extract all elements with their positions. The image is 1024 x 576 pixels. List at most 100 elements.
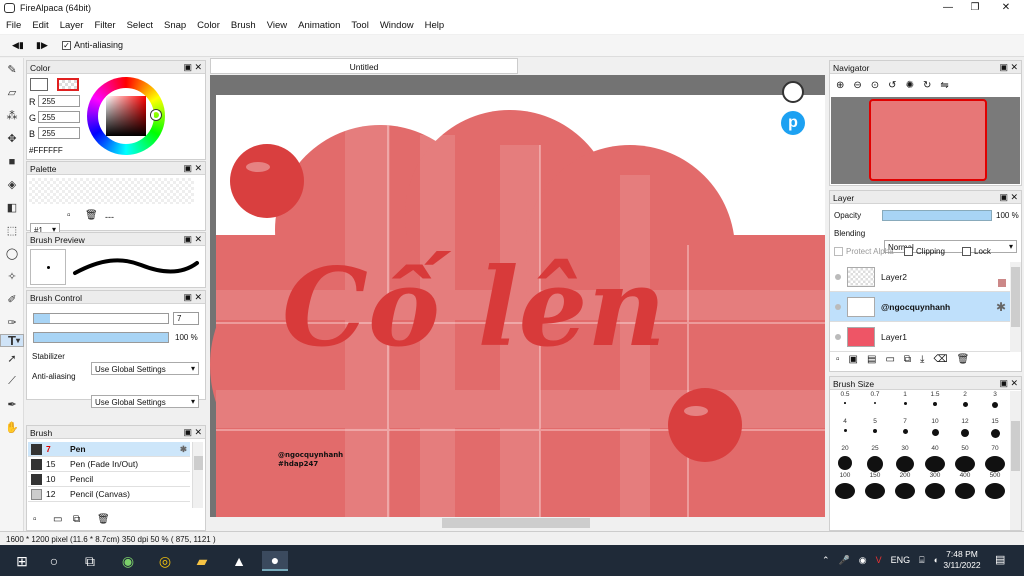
delete-brush-icon[interactable]: 🗑 [97, 514, 110, 525]
brush-item[interactable]: 15 Pen (Fade In/Out) [28, 457, 190, 472]
lock-option[interactable]: Lock [962, 247, 991, 257]
antivirus-icon[interactable]: V [876, 555, 882, 566]
search-icon[interactable]: ○ [44, 551, 64, 571]
brush-size-option[interactable]: 2 [950, 391, 980, 418]
brush-size-option[interactable]: 3 [980, 391, 1010, 418]
lang-indicator[interactable]: ENG [891, 555, 911, 566]
windows-start-icon[interactable]: ⊞ [12, 551, 32, 571]
dot-tool-icon[interactable]: ⁂ [0, 104, 24, 127]
rotate-reset-icon[interactable]: ✺ [906, 80, 914, 91]
brush-item[interactable]: 7 Pen ✱ [28, 442, 190, 457]
rotate-left-icon[interactable]: ↺ [888, 80, 896, 91]
prev-icon[interactable]: ◀▮ [12, 40, 24, 51]
menu-item-snap[interactable]: Snap [158, 16, 191, 34]
brush-size-option[interactable]: 150 [860, 472, 890, 499]
brush-size-option[interactable]: 10 [920, 418, 950, 445]
visibility-icon[interactable] [835, 273, 841, 280]
fill-tool-icon[interactable]: ■ [0, 150, 24, 173]
menu-item-view[interactable]: View [261, 16, 292, 34]
brush-size-input[interactable]: 7 [173, 312, 199, 325]
select-tool-icon[interactable]: ⬚ [0, 219, 24, 242]
menu-item-animation[interactable]: Animation [292, 16, 345, 34]
brush-size-option[interactable]: 7 [890, 418, 920, 445]
text-tool-icon[interactable]: T [0, 333, 24, 348]
maximize-button[interactable]: ❐ [960, 0, 990, 16]
select-pen-icon[interactable]: ✐ [0, 288, 24, 311]
delete-palette-icon[interactable]: 🗑 [85, 210, 98, 221]
brush-size-option[interactable]: 15 [980, 418, 1010, 445]
canvas-h-scrollbar[interactable] [210, 517, 825, 529]
clock[interactable]: 7:48 PM 3/11/2022 [938, 549, 986, 571]
visibility-icon[interactable] [835, 333, 841, 340]
duplicate-brush-icon[interactable]: ⧉ [73, 514, 80, 525]
lasso-tool-icon[interactable]: ◯ [0, 242, 24, 265]
hue-handle[interactable] [151, 110, 161, 120]
move-tool-icon[interactable]: ✥ [0, 127, 24, 150]
brush-size-option[interactable]: 0.5 [830, 391, 860, 418]
brush-size-option[interactable]: 5 [860, 418, 890, 445]
rotate-right-icon[interactable]: ↻ [923, 80, 931, 91]
brush-size-option[interactable]: 40 [920, 445, 950, 472]
pen-tool-icon[interactable]: ✎ [0, 58, 24, 81]
antialias-option[interactable]: ✓ Anti-aliasing [62, 40, 123, 51]
task-view-icon[interactable]: ⧉ [80, 551, 100, 571]
brush-size-option[interactable]: 50 [950, 445, 980, 472]
gradient-tool-icon[interactable]: ◧ [0, 196, 24, 219]
firealpaca-taskbar-icon[interactable]: ● [262, 551, 288, 571]
brush-size-option[interactable]: 70 [980, 445, 1010, 472]
chevron-up-icon[interactable]: ⌃ [822, 555, 830, 566]
navigator-preview[interactable] [831, 97, 1020, 184]
brush-size-option[interactable]: 100 [830, 472, 860, 499]
opacity-slider[interactable] [33, 332, 169, 343]
tray-app-icon[interactable]: ◉ [859, 555, 867, 566]
menu-item-file[interactable]: File [0, 16, 26, 34]
new-8bit-layer-icon[interactable]: ▣ [849, 354, 858, 365]
close-button[interactable]: ✕ [991, 0, 1021, 16]
select-eraser-icon[interactable]: ✑ [0, 311, 24, 334]
folder-brush-icon[interactable]: ▭ [53, 514, 62, 525]
delete-layer-icon[interactable]: 🗑 [957, 354, 970, 365]
magic-wand-icon[interactable]: ✧ [0, 265, 24, 288]
hand-tool-icon[interactable]: ✋ [0, 416, 24, 439]
clear-layer-icon[interactable]: ⌫ [933, 354, 947, 365]
menu-item-select[interactable]: Select [121, 16, 158, 34]
brush-size-scrollbar[interactable] [1010, 391, 1021, 530]
flip-icon[interactable]: ⇋ [940, 80, 948, 91]
brush-size-slider[interactable] [33, 313, 169, 324]
menu-item-layer[interactable]: Layer [54, 16, 89, 34]
menu-item-tool[interactable]: Tool [345, 16, 373, 34]
menu-item-color[interactable]: Color [191, 16, 225, 34]
brush-item[interactable]: 12 Pencil (Canvas) [28, 487, 190, 502]
brush-list-scrollbar[interactable] [192, 442, 203, 508]
canvas-viewport[interactable]: Cố lên @ngocquynhanh #hdap247 p [210, 75, 825, 517]
photos-icon[interactable]: ▲ [229, 551, 249, 571]
g-input[interactable]: 255 [38, 111, 80, 123]
brush-item[interactable]: 10 Pencil [28, 472, 190, 487]
antialias-checkbox[interactable]: ✓ [62, 41, 71, 51]
layer-row[interactable]: @ngocquynhanh ✱ [830, 292, 1010, 322]
zoom-fit-icon[interactable]: ⊙ [871, 80, 879, 91]
network-icon[interactable]: ⌸ [919, 555, 924, 566]
zoom-out-icon[interactable]: ⊖ [853, 80, 861, 91]
brush-size-option[interactable]: 25 [860, 445, 890, 472]
secondary-color-swatch[interactable] [57, 78, 79, 91]
divide-tool-icon[interactable]: ⟋ [0, 370, 24, 393]
layer-row[interactable]: Layer2 [830, 262, 1010, 292]
brush-size-option[interactable]: 500 [980, 472, 1010, 499]
brush-size-option[interactable]: 0.7 [860, 391, 890, 418]
canvas-tab[interactable]: Untitled [210, 58, 518, 74]
next-icon[interactable]: ▮▶ [36, 40, 48, 51]
brush-size-option[interactable]: 1 [890, 391, 920, 418]
eyedropper-tool-icon[interactable]: ✒ [0, 393, 24, 416]
brush-size-option[interactable]: 30 [890, 445, 920, 472]
new-brush-icon[interactable]: ▫ [33, 514, 37, 525]
layer-row[interactable]: Layer1 [830, 322, 1010, 352]
bucket-tool-icon[interactable]: ◈ [0, 173, 24, 196]
operation-tool-icon[interactable]: ➚ [0, 347, 24, 370]
panel-close-icon[interactable]: ▣ ✕ [999, 378, 1018, 389]
menu-item-edit[interactable]: Edit [26, 16, 53, 34]
clipping-option[interactable]: Clipping [904, 247, 945, 257]
r-input[interactable]: 255 [38, 95, 80, 107]
new-layer-icon[interactable]: ▫ [836, 354, 840, 365]
brush-size-option[interactable]: 20 [830, 445, 860, 472]
